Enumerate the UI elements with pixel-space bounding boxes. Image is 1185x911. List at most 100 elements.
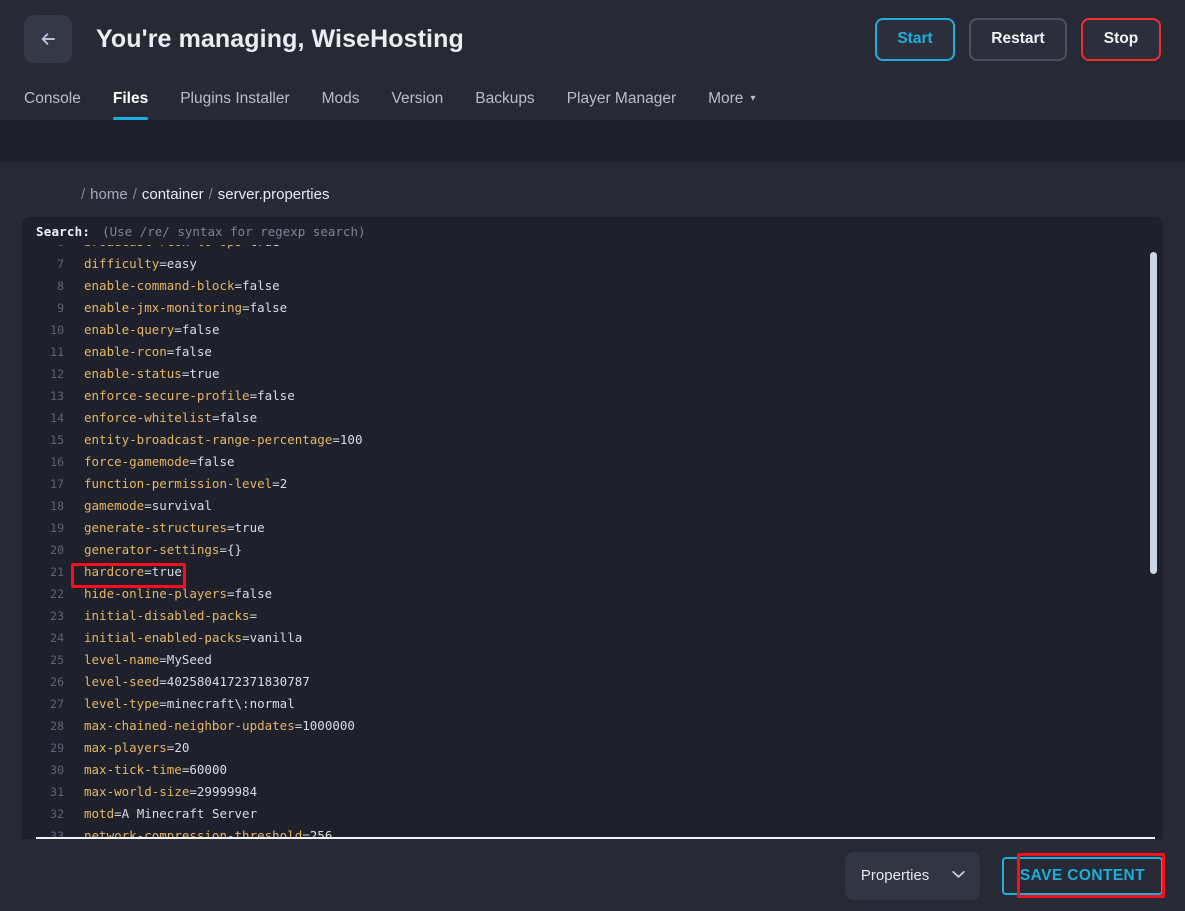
line-number: 29 [50, 741, 64, 755]
editor-scrollbar-thumb[interactable] [1150, 252, 1157, 574]
breadcrumb-item-container[interactable]: container [142, 186, 204, 203]
code-line[interactable]: 19 generate-structures=true [22, 517, 1163, 539]
property-value: true [250, 245, 280, 249]
code-line[interactable]: 18 gamemode=survival [22, 495, 1163, 517]
property-equals: = [249, 388, 258, 403]
save-content-button[interactable]: SAVE CONTENT [1001, 856, 1163, 895]
code-line-text: enforce-secure-profile=false [84, 385, 295, 407]
search-input[interactable] [96, 220, 1163, 242]
property-key: enable-status [84, 366, 182, 381]
line-number: 15 [50, 433, 64, 447]
code-line[interactable]: 27 level-type=minecraft\:normal [22, 693, 1163, 715]
code-line-text: generate-structures=true [84, 517, 265, 539]
code-line[interactable]: 24 initial-enabled-packs=vanilla [22, 627, 1163, 649]
start-button[interactable]: Start [875, 17, 955, 61]
property-equals: = [174, 322, 182, 337]
code-line[interactable]: 12 enable-status=true [22, 363, 1163, 385]
search-label: Search: [36, 223, 91, 239]
line-number: 27 [50, 697, 64, 711]
arrow-left-icon [38, 29, 58, 49]
tab-more[interactable]: More ▾ [692, 78, 771, 120]
code-line[interactable]: 29 max-players=20 [22, 737, 1163, 759]
property-key: hide-online-players [84, 586, 227, 601]
code-line[interactable]: 20 generator-settings={} [22, 539, 1163, 561]
property-key: hardcore [84, 564, 145, 579]
line-number: 20 [50, 543, 64, 557]
tab-console[interactable]: Console [24, 78, 97, 120]
line-number: 10 [50, 323, 64, 337]
code-line[interactable]: 26 level-seed=4025804172371830787 [22, 671, 1163, 693]
tab-label: Version [391, 90, 444, 107]
line-number: 8 [57, 279, 64, 293]
code-line[interactable]: 11 enable-rcon=false [22, 341, 1163, 363]
property-value: false [249, 300, 288, 315]
code-viewport[interactable]: 6broadcast-rcon-to-ops=true7difficulty=e… [22, 245, 1163, 839]
code-line[interactable]: 25 level-name=MySeed [22, 649, 1163, 671]
code-line[interactable]: 30 max-tick-time=60000 [22, 759, 1163, 781]
property-value: true [151, 564, 182, 579]
property-key: force-gamemode [84, 454, 190, 469]
file-type-select-wrap: Properties [844, 851, 980, 900]
code-line[interactable]: 10 enable-query=false [22, 319, 1163, 341]
code-line[interactable]: 28 max-chained-neighbor-updates=1000000 [22, 715, 1163, 737]
stop-button[interactable]: Stop [1081, 17, 1161, 61]
property-equals: = [189, 784, 197, 799]
property-key: level-seed [84, 674, 160, 689]
code-line[interactable]: 7 difficulty=easy [22, 253, 1163, 275]
property-key: broadcast-rcon-to-ops [84, 245, 242, 249]
property-value: A Minecraft Server [121, 806, 258, 821]
line-number: 12 [50, 367, 64, 381]
code-line[interactable]: 17 function-permission-level=2 [22, 473, 1163, 495]
property-equals: = [159, 696, 167, 711]
property-equals: = [242, 245, 250, 249]
code-line[interactable]: 14 enforce-whitelist=false [22, 407, 1163, 429]
code-line-text: enable-jmx-monitoring=false [84, 297, 287, 319]
tab-plugins-installer[interactable]: Plugins Installer [164, 78, 305, 120]
code-line[interactable]: 22 hide-online-players=false [22, 583, 1163, 605]
line-number: 28 [50, 719, 64, 733]
editor-scrollbar[interactable] [1148, 245, 1160, 839]
property-equals: = [159, 652, 167, 667]
file-type-select[interactable]: Properties [844, 851, 980, 900]
breadcrumb-item-home[interactable]: home [90, 186, 128, 203]
line-number: 31 [50, 785, 64, 799]
server-power-actions: Start Restart Stop [875, 17, 1161, 61]
tab-files[interactable]: Files [97, 78, 164, 120]
code-line[interactable]: 13 enforce-secure-profile=false [22, 385, 1163, 407]
code-line[interactable]: 32 motd=A Minecraft Server [22, 803, 1163, 825]
code-line[interactable]: 31 max-world-size=29999984 [22, 781, 1163, 803]
page-title: You're managing, WiseHosting [96, 24, 464, 53]
property-key: level-name [84, 652, 160, 667]
property-key: enable-query [84, 322, 175, 337]
line-number: 32 [50, 807, 64, 821]
code-line-text: level-name=MySeed [84, 649, 212, 671]
editor-search-row: Search: [22, 217, 1163, 245]
tab-mods[interactable]: Mods [306, 78, 376, 120]
back-button[interactable] [24, 15, 72, 63]
property-key: entity-broadcast-range-percentage [84, 432, 333, 447]
tab-backups[interactable]: Backups [459, 78, 550, 120]
code-line[interactable]: 23 initial-disabled-packs= [22, 605, 1163, 627]
code-line[interactable]: 8 enable-command-block=false [22, 275, 1163, 297]
code-line-text: hide-online-players=false [84, 583, 272, 605]
code-line-text: initial-disabled-packs= [84, 605, 257, 627]
code-line[interactable]: 21 hardcore=true [22, 561, 1163, 583]
line-number: 21 [50, 565, 64, 579]
property-value: false [234, 586, 273, 601]
property-value: MySeed [166, 652, 212, 667]
code-line[interactable]: 15 entity-broadcast-range-percentage=100 [22, 429, 1163, 451]
property-equals: = [189, 454, 197, 469]
property-equals: = [227, 520, 235, 535]
property-key: max-players [84, 740, 167, 755]
restart-button[interactable]: Restart [969, 17, 1067, 61]
code-line[interactable]: 6broadcast-rcon-to-ops=true [22, 245, 1163, 253]
tab-version[interactable]: Version [376, 78, 460, 120]
property-key: difficulty [84, 256, 160, 271]
property-key: initial-disabled-packs [84, 608, 250, 623]
code-line-text: enable-query=false [84, 319, 219, 341]
code-line[interactable]: 9 enable-jmx-monitoring=false [22, 297, 1163, 319]
tab-player-manager[interactable]: Player Manager [551, 78, 692, 120]
tab-label: Player Manager [566, 90, 677, 107]
code-line[interactable]: 16 force-gamemode=false [22, 451, 1163, 473]
line-number: 24 [50, 631, 64, 645]
